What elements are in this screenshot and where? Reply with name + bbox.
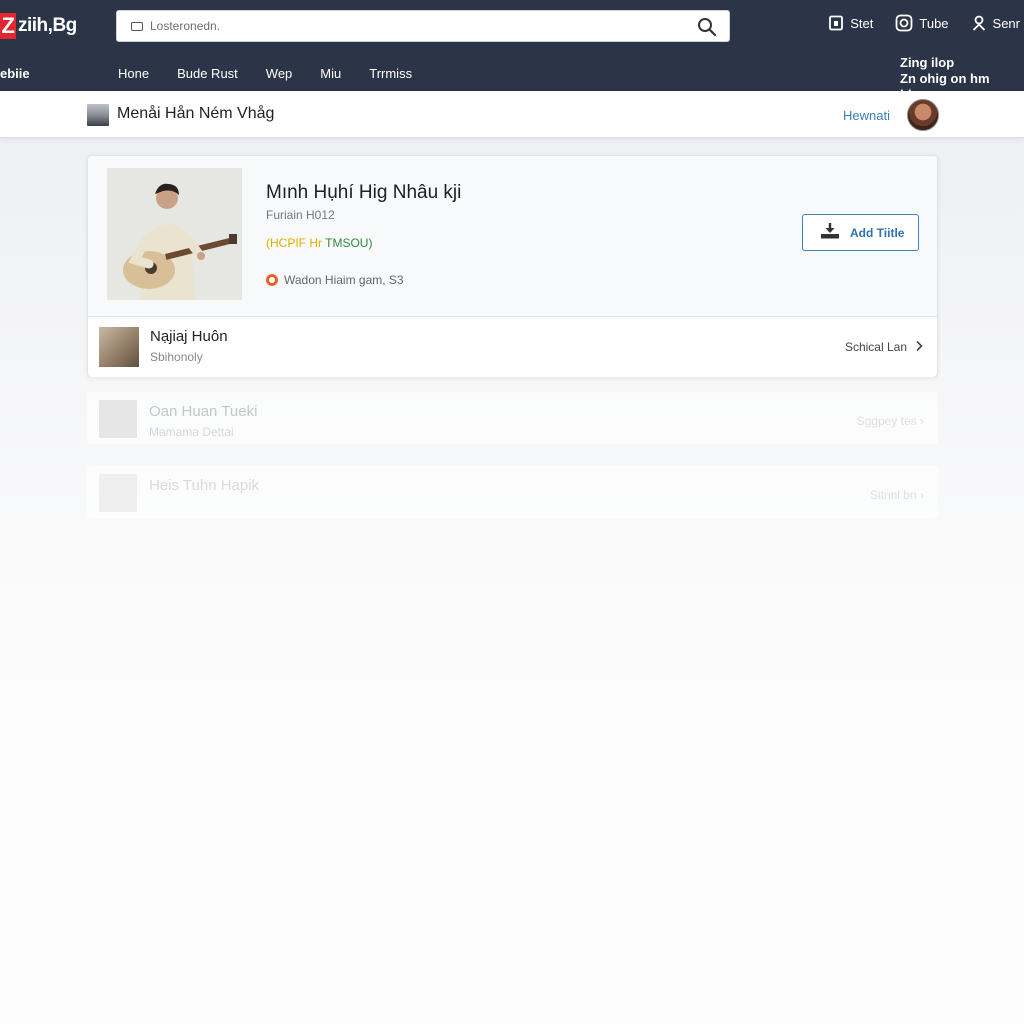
chevron-right-icon	[915, 340, 923, 355]
list-item-thumbnail	[99, 400, 137, 438]
nav-item-home[interactable]: Hone	[118, 66, 149, 81]
song-thumbnail[interactable]	[107, 168, 242, 300]
list-item-title: Heis Tuhn Hapik	[149, 477, 260, 494]
header-action-label: Tube	[919, 15, 949, 31]
search-icon[interactable]	[697, 17, 717, 37]
header-action-senr[interactable]: Senr	[971, 15, 1020, 31]
chevron-right-icon: ›	[920, 488, 924, 502]
list-item[interactable]: Oan Huan Tueki Mamama Dettai Sggpey tes …	[87, 392, 938, 444]
nav-item-bude-rust[interactable]: Bude Rust	[177, 66, 238, 81]
list-item-title: Nạjiaj Huôn	[150, 328, 228, 345]
nav-item-trrmiss[interactable]: Trrmiss	[369, 66, 412, 81]
song-tag-part-2: TMSOU)	[325, 236, 373, 250]
list-item-thumbnail	[99, 474, 137, 512]
logo-mark: Z	[0, 13, 16, 39]
list-item-action-label: Sitnnl bn	[869, 488, 917, 502]
search-input[interactable]	[150, 12, 670, 40]
list-item[interactable]: Heis Tuhn Hapik Sitnnl bn ›	[87, 466, 938, 518]
tv-icon	[131, 21, 143, 31]
artist-avatar	[87, 104, 109, 126]
nav-item-wep[interactable]: Wep	[266, 66, 293, 81]
add-title-label: Add Tiitle	[850, 225, 905, 240]
site-logo[interactable]: Z ziih,Bg	[0, 12, 77, 40]
song-meta: Wadon Hiaim gam, S3	[266, 273, 404, 287]
add-title-button[interactable]: Add Tiitle	[802, 214, 919, 251]
list-item-action-label: Sggpey tes	[856, 414, 917, 428]
list-item[interactable]: Nạjiaj Huôn Sbihonoly Schical Lan	[88, 317, 937, 377]
list-item-title: Oan Huan Tueki	[149, 403, 258, 420]
download-icon	[819, 222, 841, 243]
header-actions: Stet Tube Senr	[828, 14, 1020, 32]
chevron-right-icon: ›	[920, 414, 924, 428]
song-title: Mınh Hụhí Hig Nhâu kji	[266, 182, 462, 203]
header-action-label: Senr	[992, 15, 1020, 31]
user-avatar[interactable]	[907, 99, 939, 131]
song-card: Mınh Hụhí Hig Nhâu kji Furiain H012 (HCP…	[87, 155, 938, 377]
song-tag-part-1: (HCPIF Hr	[266, 236, 322, 250]
nav-item-miu[interactable]: Miu	[320, 66, 341, 81]
song-meta-text: Wadon Hiaim gam, S3	[284, 273, 404, 287]
page-title: Menåi Hån Ném Vhåg	[117, 105, 275, 122]
header-action-tube[interactable]: Tube	[895, 14, 949, 32]
header-action-label: Stet	[850, 15, 874, 31]
subheader-link[interactable]: Hewnati	[843, 108, 890, 123]
camera-icon	[895, 14, 913, 32]
list-item-action[interactable]: Sggpey tes ›	[857, 414, 924, 428]
list-item-action[interactable]: Sitnnl bn ›	[870, 488, 924, 502]
header-action-stet[interactable]: Stet	[828, 15, 873, 31]
search-bar	[116, 10, 730, 42]
song-subtitle: Furiain H012	[266, 208, 335, 222]
promo-line-1: Zing ilop	[900, 55, 955, 70]
list-item-thumbnail	[99, 327, 139, 367]
user-icon	[971, 15, 987, 31]
bookmark-icon	[828, 15, 844, 31]
list-item-subtitle: Mamama Dettai	[149, 425, 234, 439]
record-icon	[266, 274, 278, 286]
list-item-action-label: Schical Lan	[844, 340, 907, 354]
list-item-subtitle: Sbihonoly	[150, 350, 203, 364]
top-bar: Z ziih,Bg Stet Tube Senr ebiie	[0, 0, 1024, 102]
nav-section-label[interactable]: ebiie	[0, 66, 30, 81]
song-tag: (HCPIF Hr TMSOU)	[266, 236, 372, 250]
list-item-action[interactable]: Schical Lan	[845, 340, 923, 355]
page-subheader: Menåi Hån Ném Vhåg Hewnati	[0, 91, 1024, 138]
main-nav: Hone Bude Rust Wep Miu Trrmiss	[118, 66, 412, 81]
logo-text: ziih,Bg	[18, 15, 77, 36]
